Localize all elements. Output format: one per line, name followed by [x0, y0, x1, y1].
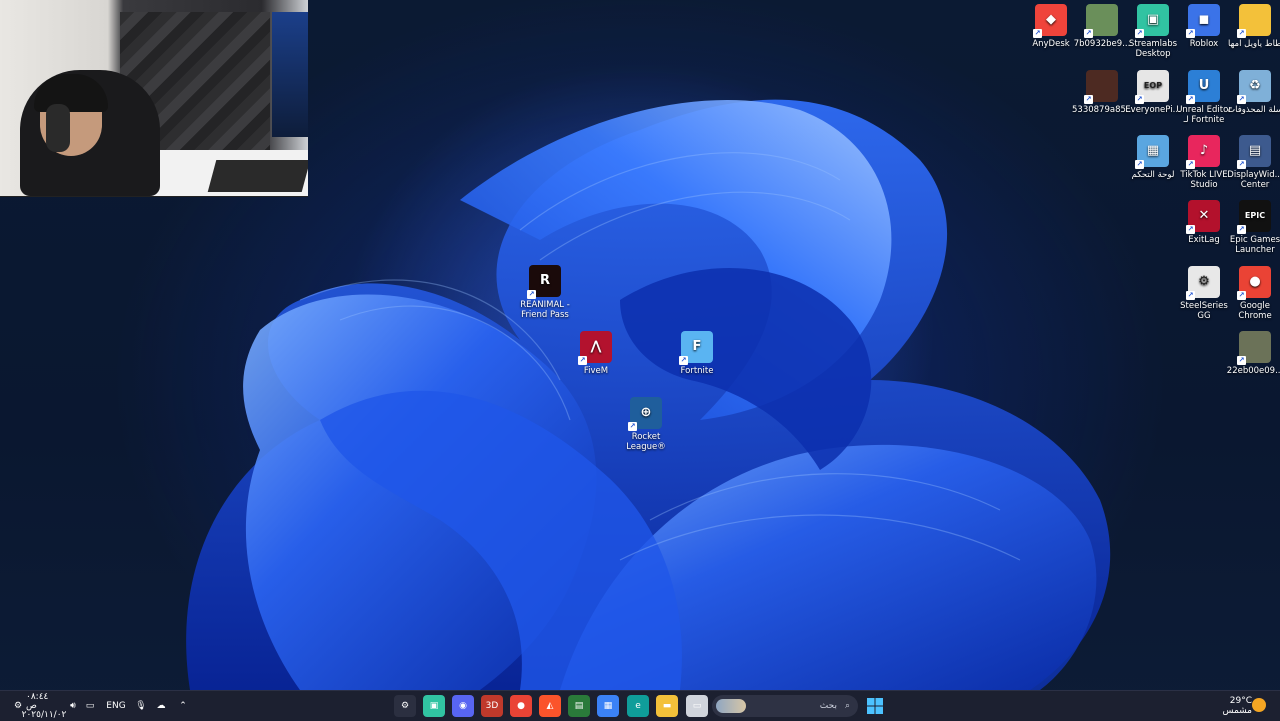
keyboard: [207, 160, 308, 192]
shortcut-arrow-icon: ↗: [1237, 95, 1246, 104]
3d-app-icon[interactable]: 3D: [481, 695, 503, 717]
reanimal-icon: R ↗: [527, 265, 561, 299]
anydesk-icon: ◆ ↗: [1033, 4, 1067, 38]
brave-icon[interactable]: ◭: [539, 695, 561, 717]
clock[interactable]: ٠٨:٤٤ ص ٢٠٢٥/١١/٠٢: [22, 691, 67, 719]
headset: [46, 104, 70, 152]
shortcut-arrow-icon: ↗: [1237, 29, 1246, 38]
background-monitor: [272, 12, 308, 137]
desktop-icon[interactable]: ♻ ↗ سلة المحذوفات: [1225, 70, 1280, 115]
shortcut-arrow-icon: ↗: [578, 356, 587, 365]
search-box[interactable]: بحث ⌕: [712, 695, 858, 717]
desktop-icon-label: Google Chrome: [1238, 301, 1272, 321]
microphone-icon[interactable]: 🎙︎: [134, 697, 148, 715]
desktop-icon[interactable]: ↗ طاط ياويل امها: [1225, 4, 1280, 49]
windows-logo-icon: [867, 698, 883, 714]
desktop-icon[interactable]: ⊕ ↗ Rocket League®: [616, 397, 676, 452]
shortcut-arrow-icon: ↗: [628, 422, 637, 431]
desktop-icon[interactable]: F ↗ Fortnite: [667, 331, 727, 376]
shortcut-arrow-icon: ↗: [1186, 291, 1195, 300]
steelseries-icon: ⚙ ↗: [1186, 266, 1220, 300]
recycle-bin-icon: ♻ ↗: [1237, 70, 1271, 104]
desktop-icon-label: سلة المحذوفات: [1227, 105, 1280, 115]
chrome-icon[interactable]: ●: [510, 695, 532, 717]
tiktok-live-icon: ♪ ↗: [1186, 135, 1220, 169]
discord-icon[interactable]: ◉: [452, 695, 474, 717]
fortnite-icon: F ↗: [679, 331, 713, 365]
shortcut-arrow-icon: ↗: [1186, 225, 1195, 234]
roblox-icon: ◼ ↗: [1186, 4, 1220, 38]
exitlag-icon: ✕ ↗: [1186, 200, 1220, 234]
desktop-icon[interactable]: R ↗ REANIMAL - Friend Pass: [515, 265, 575, 320]
nvidia-icon[interactable]: ▤: [568, 695, 590, 717]
webcam-overlay: [0, 0, 308, 197]
chevron-up-icon[interactable]: ⌃: [176, 697, 190, 715]
desktop-icon-label: Epic Games Launcher: [1229, 235, 1280, 255]
weather-text: مشمس: [1222, 706, 1252, 716]
desktop-icon[interactable]: ● ↗ Google Chrome: [1225, 266, 1280, 321]
desktop-icon-label: طاط ياويل امها: [1228, 39, 1280, 49]
shortcut-arrow-icon: ↗: [1135, 160, 1144, 169]
shortcut-arrow-icon: ↗: [1135, 95, 1144, 104]
rocket-league-icon: ⊕ ↗: [628, 397, 662, 431]
clock-date: ٢٠٢٥/١١/٠٢: [21, 709, 67, 720]
search-icon: ⌕: [844, 701, 850, 711]
search-placeholder: بحث: [819, 701, 837, 711]
edge-icon[interactable]: e: [627, 695, 649, 717]
desktop-icon[interactable]: ↗ 22eb00e09...: [1225, 331, 1280, 376]
shortcut-arrow-icon: ↗: [527, 290, 536, 299]
displaywidget-icon: ▤ ↗: [1237, 135, 1271, 169]
desktop-icon-label: DisplayWid... Center: [1227, 170, 1280, 190]
unreal-editor-icon: U ↗: [1186, 70, 1220, 104]
desktop-icon-label: Rocket League®: [626, 432, 666, 452]
eop-icon: EOP ↗: [1135, 70, 1169, 104]
desktop-icon[interactable]: ⋀ ↗ FiveM: [566, 331, 626, 376]
onedrive-icon[interactable]: ☁: [154, 697, 168, 715]
shortcut-arrow-icon: ↗: [1084, 29, 1093, 38]
image-file-icon: ↗: [1237, 331, 1271, 365]
shortcut-arrow-icon: ↗: [1237, 291, 1246, 300]
weather-temp: 29°C: [1229, 696, 1252, 706]
desktop-icon-label: FiveM: [583, 366, 609, 376]
network-icon[interactable]: ▭: [83, 697, 97, 715]
desktop-icon[interactable]: EPIC ↗ Epic Games Launcher: [1225, 200, 1280, 255]
fivem-icon: ⋀ ↗: [578, 331, 612, 365]
desktop-icon[interactable]: ▤ ↗ DisplayWid... Center: [1225, 135, 1280, 190]
control-panel-icon: ▦ ↗: [1135, 135, 1169, 169]
shortcut-arrow-icon: ↗: [1237, 225, 1246, 234]
shortcut-arrow-icon: ↗: [1237, 160, 1246, 169]
shortcut-arrow-icon: ↗: [1186, 160, 1195, 169]
settings-gear-icon[interactable]: ⚙: [394, 695, 416, 717]
taskbar: ⚙ ٠٨:٤٤ ص ٢٠٢٥/١١/٠٢ 🔊︎ ▭ ENG 🎙︎ ☁ ⌃ ⚙ ▣ ◉…: [0, 690, 1280, 721]
start-button[interactable]: [864, 695, 886, 717]
notepad-icon[interactable]: ▭: [686, 695, 708, 717]
file-explorer-icon[interactable]: ▬: [656, 695, 678, 717]
sun-icon: [1252, 698, 1266, 712]
epic-games-icon: EPIC ↗: [1237, 200, 1271, 234]
speaker-icon[interactable]: 🔊︎: [66, 697, 80, 715]
weather-widget[interactable]: 29°C مشمس: [1212, 695, 1252, 717]
streamlabs-icon[interactable]: ▣: [423, 695, 445, 717]
image-file-icon: ↗: [1084, 4, 1118, 38]
shortcut-arrow-icon: ↗: [1186, 95, 1195, 104]
image-file-icon: ↗: [1084, 70, 1118, 104]
store-icon[interactable]: ▦: [597, 695, 619, 717]
chrome-icon: ● ↗: [1237, 266, 1271, 300]
shortcut-arrow-icon: ↗: [1186, 29, 1195, 38]
language-indicator[interactable]: ENG: [104, 697, 128, 715]
shortcut-arrow-icon: ↗: [1135, 29, 1144, 38]
desktop-icon-label: REANIMAL - Friend Pass: [520, 300, 570, 320]
streamlabs-icon: ▣ ↗: [1135, 4, 1169, 38]
shortcut-arrow-icon: ↗: [1237, 356, 1246, 365]
folder-icon: ↗: [1237, 4, 1271, 38]
shortcut-arrow-icon: ↗: [1033, 29, 1042, 38]
desktop-icon-label: 22eb00e09...: [1226, 366, 1280, 376]
desktop-icon-label: Fortnite: [680, 366, 714, 376]
search-highlight-image: [716, 699, 746, 713]
shortcut-arrow-icon: ↗: [1084, 95, 1093, 104]
clock-time: ٠٨:٤٤ ص: [26, 691, 49, 711]
shortcut-arrow-icon: ↗: [679, 356, 688, 365]
